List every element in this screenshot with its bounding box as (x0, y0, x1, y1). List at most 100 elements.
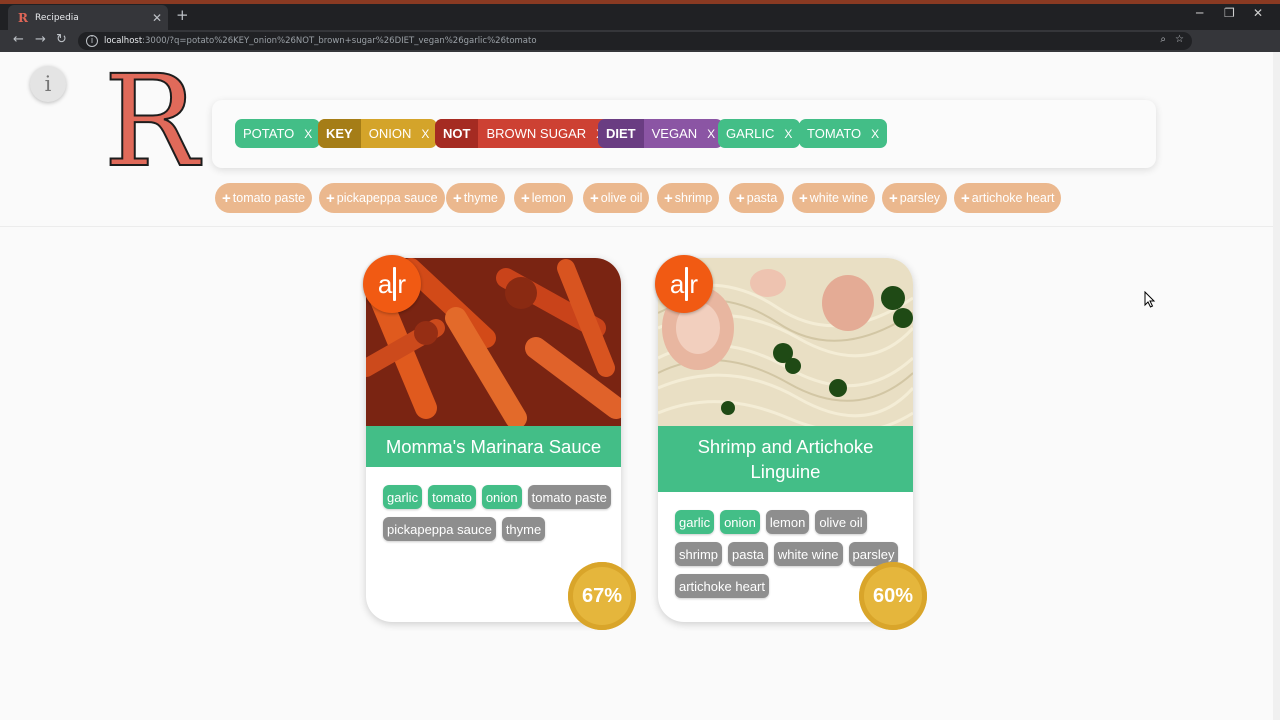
bookmark-star-icon[interactable]: ☆ (1175, 34, 1184, 45)
suggestion-label: shrimp (674, 191, 713, 205)
recipe-title: Momma's Marinara Sauce (366, 426, 621, 467)
ingredient-tag-missing: pasta (728, 542, 768, 566)
chip-label: POTATO (243, 126, 295, 141)
tab-title: Recipedia (35, 12, 79, 23)
source-letter: a (377, 269, 393, 299)
search-panel[interactable]: POTATO X KEY ONION X NOT BROWN SUGAR X D… (212, 100, 1156, 168)
plus-icon: + (736, 189, 745, 207)
ingredient-tag-missing: olive oil (815, 510, 867, 534)
allrecipes-source-icon[interactable]: ar (655, 255, 713, 313)
back-arrow-icon[interactable]: ← (13, 32, 24, 47)
filter-chip-diet-vegan: DIET VEGAN X (598, 119, 724, 148)
suggestion-olive-oil[interactable]: + olive oil (583, 183, 650, 213)
suggestion-shrimp[interactable]: + shrimp (657, 183, 720, 213)
match-percent-badge: 60% (859, 562, 927, 630)
ingredient-tag-matched: onion (481, 485, 522, 509)
chip-label: VEGAN (651, 126, 698, 141)
ingredient-tag-missing: tomato paste (527, 485, 611, 509)
ingredient-tag-missing: pickapeppa sauce (383, 517, 496, 541)
url-input[interactable]: i localhost:3000/?q=potato%26KEY_onion%2… (78, 32, 1192, 50)
plus-icon: + (326, 189, 335, 207)
url-host: localhost (104, 36, 143, 46)
recipedia-favicon-icon: R (18, 10, 28, 25)
suggestion-label: thyme (463, 191, 498, 205)
chip-label: GARLIC (726, 126, 775, 141)
source-letter: r (689, 269, 699, 299)
tab-close-icon[interactable]: ✕ (152, 11, 162, 25)
recipedia-logo: R (103, 48, 200, 195)
plus-icon: + (664, 189, 673, 207)
chip-prefix-key: KEY (318, 119, 361, 148)
suggestion-label: artichoke heart (971, 191, 1055, 205)
filter-chip-tomato: TOMATO X (799, 119, 888, 148)
ingredient-tag-matched: tomato (428, 485, 476, 509)
ingredient-tag-missing: shrimp (675, 542, 723, 566)
allrecipes-source-icon[interactable]: ar (363, 255, 421, 313)
plus-icon: + (521, 189, 530, 207)
window-close-icon[interactable]: ✕ (1253, 6, 1263, 20)
suggestion-parsley[interactable]: + parsley (882, 183, 948, 213)
ingredient-tags: garlic tomato onion tomato paste pickape… (383, 485, 615, 541)
match-percent-badge: 67% (568, 562, 636, 630)
source-letter: r (397, 269, 407, 299)
ingredient-tag-missing: thyme (501, 517, 546, 541)
plus-icon: + (961, 189, 970, 207)
ingredient-tag-matched: garlic (675, 510, 715, 534)
reload-icon[interactable]: ↻ (56, 32, 67, 47)
suggestion-label: olive oil (600, 191, 643, 205)
browser-tab[interactable]: R Recipedia ✕ (8, 5, 168, 30)
chip-remove-icon[interactable]: X (865, 127, 887, 141)
filter-chip-key-onion: KEY ONION X (318, 119, 438, 148)
suggestion-label: white wine (809, 191, 869, 205)
new-tab-icon[interactable]: + (176, 6, 189, 24)
recipe-title: Shrimp and Artichoke Linguine (658, 426, 913, 492)
ingredient-tag-missing: artichoke heart (675, 574, 769, 598)
filter-chip-potato: POTATO X (235, 119, 321, 148)
plus-icon: + (889, 189, 898, 207)
ingredient-tag-missing: lemon (765, 510, 810, 534)
suggestion-artichoke-heart[interactable]: + artichoke heart (954, 183, 1062, 213)
chip-prefix-not: NOT (435, 119, 479, 148)
suggestion-pickapeppa-sauce[interactable]: + pickapeppa sauce (319, 183, 445, 213)
url-path: :3000/?q=potato%26KEY_onion%26NOT_brown+… (142, 36, 537, 46)
suggestion-lemon[interactable]: + lemon (514, 183, 573, 213)
suggestion-pasta[interactable]: + pasta (729, 183, 785, 213)
mouse-pointer-icon (1144, 291, 1156, 308)
chip-prefix-diet: DIET (598, 119, 644, 148)
suggestion-tomato-paste[interactable]: + tomato paste (215, 183, 313, 213)
browser-tab-strip: R Recipedia ✕ + ─ ❐ ✕ (0, 0, 1280, 30)
suggestion-label: lemon (531, 191, 566, 205)
suggestion-label: pickapeppa sauce (336, 191, 438, 205)
ingredient-tag-matched: garlic (383, 485, 423, 509)
source-divider (393, 267, 397, 301)
chip-label: TOMATO (807, 126, 862, 141)
chip-label: BROWN SUGAR (486, 126, 587, 141)
url-text: localhost:3000/?q=potato%26KEY_onion%26N… (104, 36, 537, 46)
chip-remove-icon[interactable]: X (298, 127, 320, 141)
filter-chip-garlic: GARLIC X (718, 119, 801, 148)
plus-icon: + (799, 189, 808, 207)
ingredient-tag-missing: white wine (773, 542, 843, 566)
restore-icon[interactable]: ❐ (1224, 6, 1235, 20)
site-info-icon[interactable]: i (86, 35, 98, 47)
suggestion-label: parsley (899, 191, 941, 205)
filter-chip-not-brown-sugar: NOT BROWN SUGAR X (435, 119, 613, 148)
suggestion-white-wine[interactable]: + white wine (792, 183, 876, 213)
plus-icon: + (222, 189, 231, 207)
source-letter: a (669, 269, 685, 299)
plus-icon: + (453, 189, 462, 207)
page-scrollbar[interactable] (1273, 52, 1280, 720)
source-divider (685, 267, 689, 301)
zoom-icon[interactable]: ⌕ (1160, 34, 1166, 45)
suggestion-label: tomato paste (232, 191, 306, 205)
chip-remove-icon[interactable]: X (778, 127, 800, 141)
forward-arrow-icon[interactable]: → (35, 32, 46, 47)
chip-label: ONION (368, 126, 412, 141)
app-header: i R POTATO X KEY ONION X NOT BROWN SUGAR… (0, 52, 1273, 227)
ingredient-tag-matched: onion (720, 510, 760, 534)
info-button[interactable]: i (30, 66, 66, 102)
suggestion-label: pasta (746, 191, 778, 205)
plus-icon: + (590, 189, 599, 207)
minimize-icon[interactable]: ─ (1196, 6, 1203, 20)
suggestion-thyme[interactable]: + thyme (446, 183, 505, 213)
